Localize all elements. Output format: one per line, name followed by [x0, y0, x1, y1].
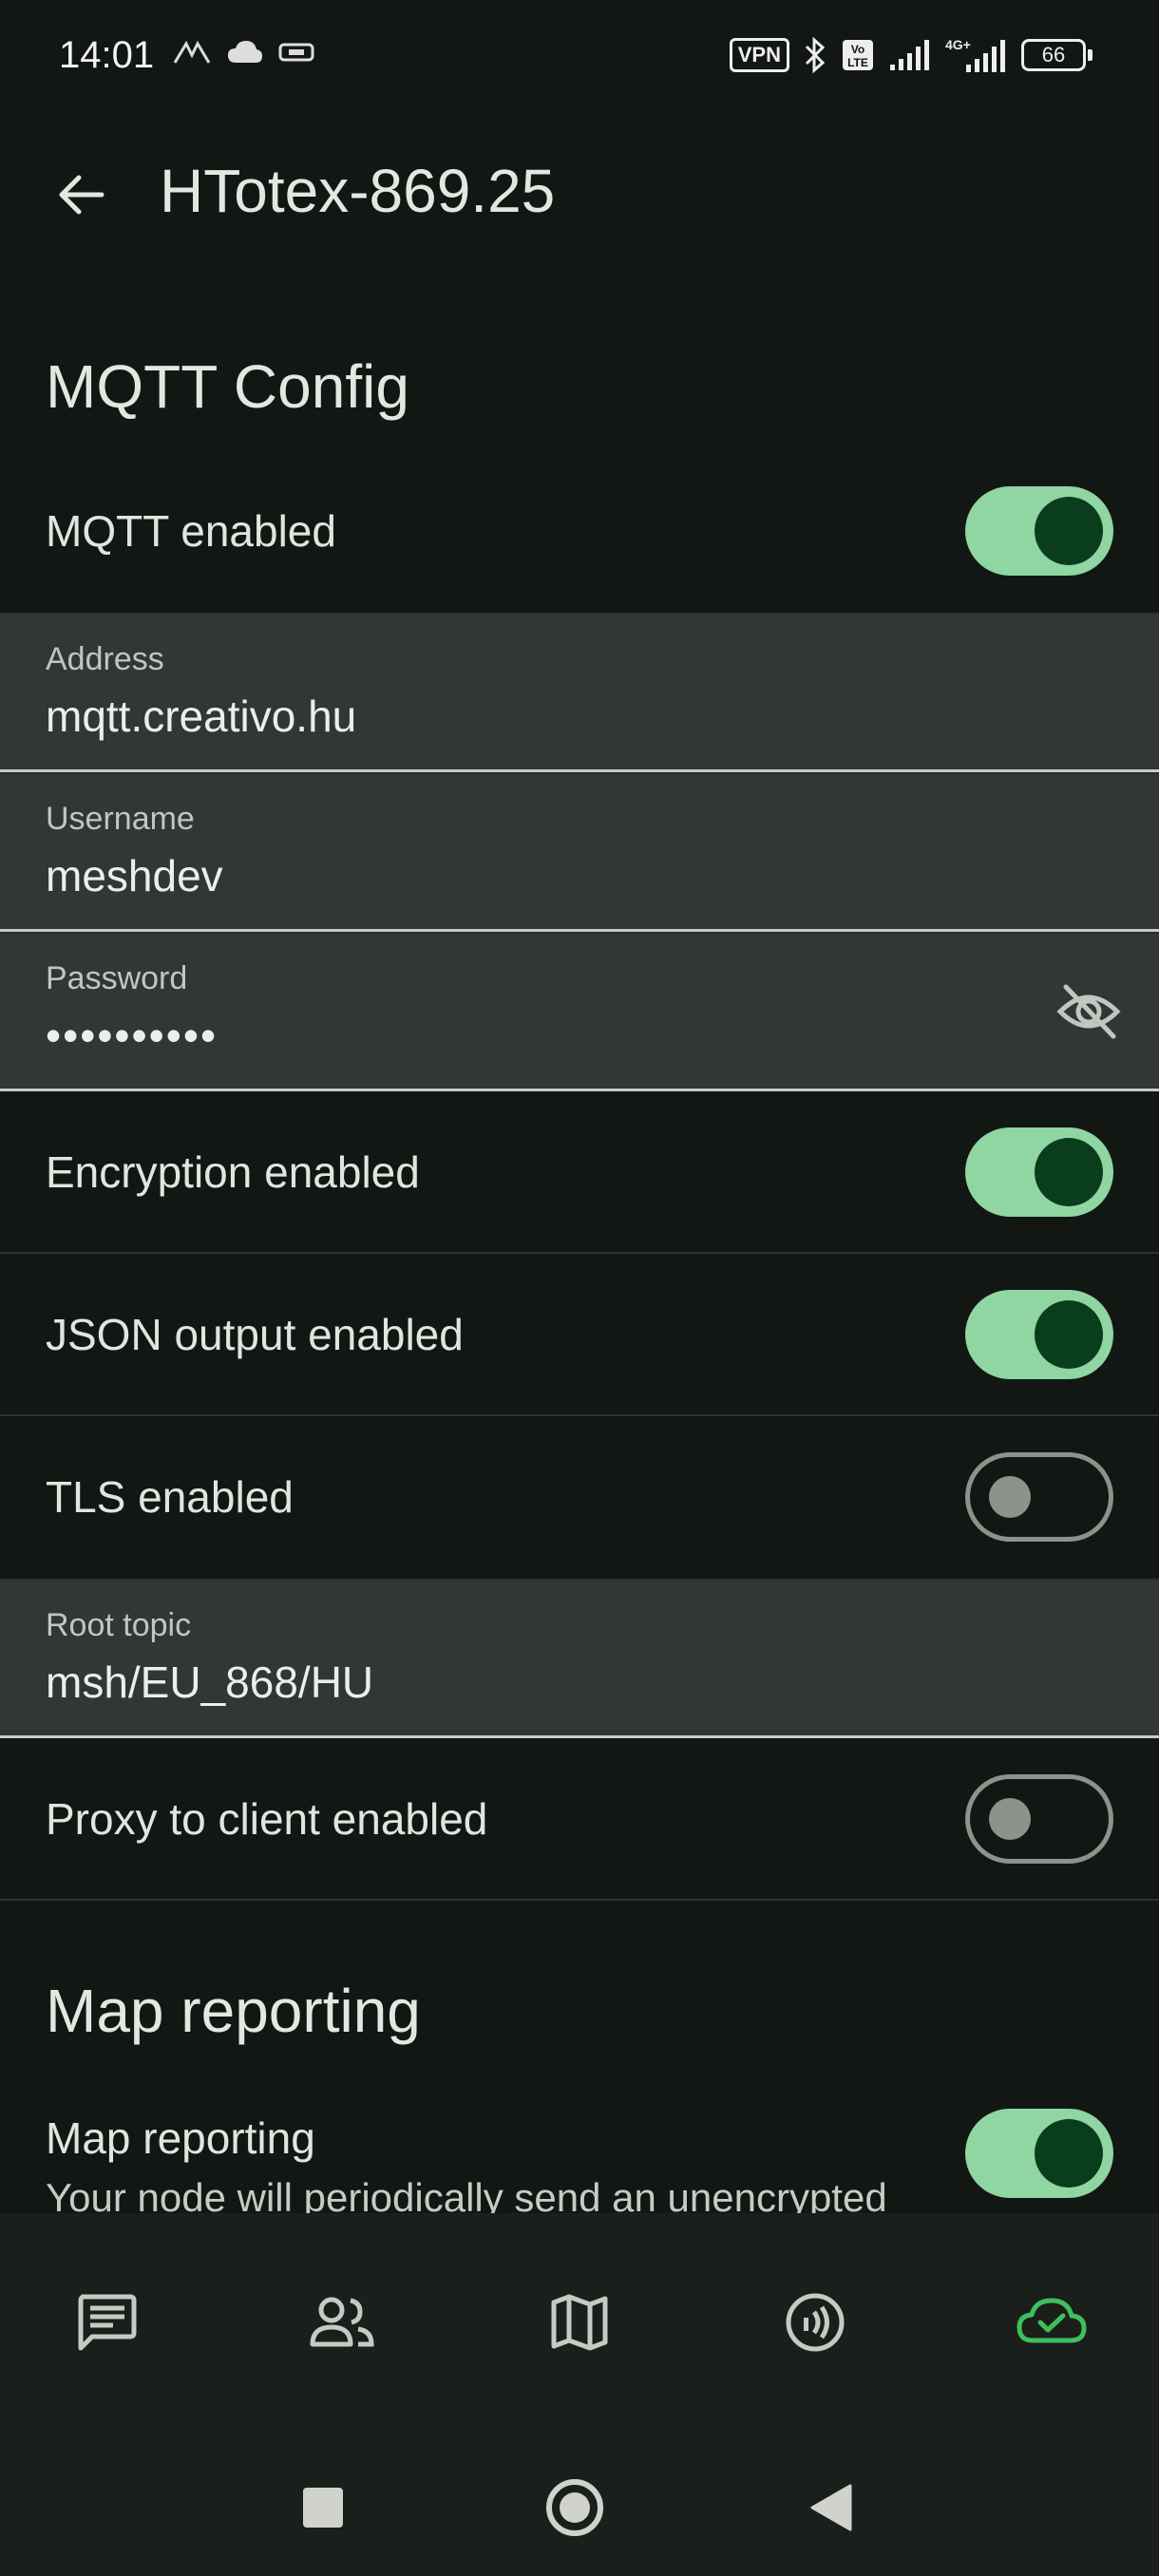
- map-icon: [551, 2294, 608, 2351]
- status-left-icons: [173, 38, 315, 66]
- proxy-to-client-toggle[interactable]: [965, 1774, 1113, 1864]
- map-reporting-section-title: Map reporting: [46, 1977, 421, 2045]
- username-field[interactable]: Username meshdev: [0, 772, 1159, 932]
- username-value: meshdev: [46, 851, 223, 900]
- username-label: Username: [46, 801, 195, 837]
- vpn-badge: VPN: [729, 38, 789, 72]
- status-time: 14:01: [59, 34, 155, 76]
- json-output-enabled-toggle[interactable]: [965, 1290, 1113, 1379]
- address-field[interactable]: Address mqtt.creativo.hu: [0, 613, 1159, 772]
- password-label: Password: [46, 960, 188, 996]
- volte-icon: Vo LTE: [843, 40, 873, 70]
- toggle-knob: [1035, 1300, 1103, 1369]
- json-output-enabled-label: JSON output enabled: [46, 1310, 464, 1359]
- battery-tip: [1088, 49, 1092, 61]
- json-output-enabled-row[interactable]: JSON output enabled: [0, 1254, 1159, 1416]
- back-button[interactable]: [48, 161, 114, 228]
- mqtt-enabled-row[interactable]: MQTT enabled: [0, 456, 1159, 613]
- nav-connections[interactable]: [1009, 2280, 1094, 2365]
- triangle-back-icon: [810, 2484, 852, 2531]
- cloud-done-icon: [1016, 2298, 1087, 2343]
- bluetooth-icon: [805, 36, 826, 74]
- nodes-icon: [310, 2297, 374, 2347]
- toggle-password-visibility-button[interactable]: [1054, 977, 1123, 1046]
- proxy-to-client-row[interactable]: Proxy to client enabled: [0, 1738, 1159, 1901]
- channels-icon: [786, 2293, 845, 2352]
- encryption-enabled-label: Encryption enabled: [46, 1147, 420, 1197]
- mqtt-enabled-label: MQTT enabled: [46, 506, 336, 556]
- messages-icon: [78, 2294, 137, 2351]
- system-recents-button[interactable]: [285, 2470, 361, 2546]
- nav-nodes[interactable]: [299, 2280, 385, 2365]
- mqtt-enabled-toggle[interactable]: [965, 486, 1113, 576]
- battery-indicator: 66: [1021, 39, 1092, 71]
- toggle-knob: [989, 1798, 1031, 1840]
- tls-enabled-toggle[interactable]: [965, 1452, 1113, 1542]
- toggle-knob: [1035, 497, 1103, 565]
- map-reporting-label: Map reporting: [46, 2113, 315, 2163]
- activity-icon: [173, 40, 211, 64]
- tls-enabled-label: TLS enabled: [46, 1472, 294, 1522]
- address-value: mqtt.creativo.hu: [46, 691, 357, 741]
- battery-level: 66: [1021, 39, 1086, 71]
- signal-4g-icon: 4G+: [945, 37, 1005, 72]
- vr-icon: [278, 43, 314, 62]
- toggle-knob: [1035, 1138, 1103, 1206]
- signal-icon: [890, 40, 929, 70]
- app-bar: HTotex-869.25: [0, 133, 1159, 247]
- system-home-button[interactable]: [537, 2470, 613, 2546]
- address-label: Address: [46, 641, 164, 677]
- status-bar: 14:01 VPN Vo LTE 4G+ 66: [0, 0, 1159, 114]
- cloud-icon: [228, 41, 262, 63]
- password-field[interactable]: Password ••••••••••: [0, 932, 1159, 1091]
- nav-map[interactable]: [537, 2280, 622, 2365]
- page-title: HTotex-869.25: [160, 157, 556, 225]
- visibility-off-icon: [1056, 984, 1121, 1039]
- encryption-enabled-toggle[interactable]: [965, 1127, 1113, 1217]
- svg-text:4G+: 4G+: [945, 37, 971, 52]
- home-circle-icon: [546, 2479, 603, 2536]
- root-topic-field[interactable]: Root topic msh/EU_868/HU: [0, 1579, 1159, 1738]
- system-back-button[interactable]: [792, 2470, 868, 2546]
- toggle-knob: [989, 1476, 1031, 1518]
- password-value: ••••••••••: [46, 1011, 218, 1060]
- toggle-knob: [1035, 2119, 1103, 2188]
- nav-channels[interactable]: [772, 2280, 858, 2365]
- proxy-to-client-label: Proxy to client enabled: [46, 1794, 488, 1844]
- root-topic-value: msh/EU_868/HU: [46, 1657, 374, 1707]
- encryption-enabled-row[interactable]: Encryption enabled: [0, 1091, 1159, 1254]
- status-right-icons: VPN Vo LTE 4G+ 66: [729, 36, 1092, 74]
- svg-text:Vo: Vo: [851, 43, 864, 56]
- nav-messages[interactable]: [64, 2280, 149, 2365]
- root-topic-label: Root topic: [46, 1607, 192, 1643]
- arrow-back-icon: [59, 175, 104, 215]
- svg-text:LTE: LTE: [847, 56, 868, 69]
- mqtt-section-title: MQTT Config: [46, 352, 409, 421]
- square-icon: [303, 2488, 343, 2528]
- map-reporting-toggle[interactable]: [965, 2109, 1113, 2198]
- tls-enabled-row[interactable]: TLS enabled: [0, 1416, 1159, 1579]
